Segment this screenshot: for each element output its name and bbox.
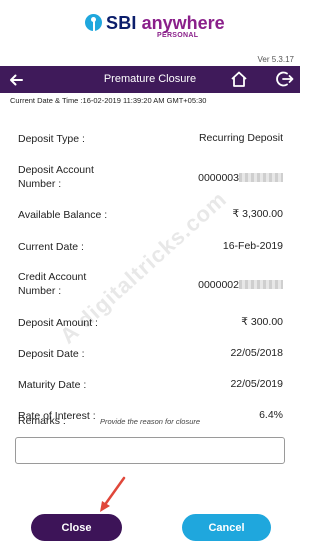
maturity-date-value: 22/05/2019 — [230, 378, 283, 390]
navbar: Premature Closure — [0, 66, 300, 93]
logout-icon[interactable] — [276, 70, 294, 88]
remarks-hint: Provide the reason for closure — [100, 417, 201, 426]
close-button[interactable]: Close — [31, 514, 122, 541]
available-balance-value: ₹ 3,300.00 — [232, 208, 283, 220]
sbi-logo-icon — [85, 14, 102, 31]
current-datetime: Current Date & Time :16-02-2019 11:39:20… — [10, 96, 207, 105]
deposit-amount-label: Deposit Amount : — [18, 317, 98, 329]
deposit-type-label: Deposit Type : — [18, 133, 85, 145]
masked-digits — [239, 173, 283, 182]
deposit-type-value: Recurring Deposit — [198, 132, 283, 144]
deposit-account-label: Deposit Account Number : — [18, 164, 94, 190]
deposit-date-value: 22/05/2018 — [230, 347, 283, 359]
app-version: Ver 5.3.17 — [257, 55, 294, 64]
credit-account-value: 0000002 — [198, 279, 283, 291]
home-icon[interactable] — [230, 70, 248, 88]
current-date-label: Current Date : — [18, 241, 84, 253]
current-date-value: 16-Feb-2019 — [222, 240, 283, 252]
sbi-anywhere-logo: SBI anywhere PERSONAL — [85, 13, 225, 39]
rate-of-interest-value: 6.4% — [259, 409, 283, 421]
remarks-input[interactable] — [15, 437, 285, 464]
brand-sbi: SBI — [106, 13, 137, 33]
brand-anywhere: anywhere — [141, 13, 225, 33]
page-title: Premature Closure — [103, 73, 197, 85]
deposit-date-label: Deposit Date : — [18, 348, 85, 360]
app-header: SBI anywhere PERSONAL — [0, 0, 300, 50]
available-balance-label: Available Balance : — [18, 209, 108, 221]
credit-account-label: Credit Account Number : — [18, 271, 87, 297]
masked-digits — [239, 280, 283, 289]
deposit-account-value: 0000003 — [198, 172, 283, 184]
cancel-button[interactable]: Cancel — [182, 514, 271, 541]
remarks-label: Remarks : — [18, 415, 66, 427]
pointer-arrow-icon — [100, 476, 126, 512]
deposit-amount-value: ₹ 300.00 — [241, 316, 283, 328]
maturity-date-label: Maturity Date : — [18, 379, 87, 391]
brand-personal: PERSONAL — [157, 32, 199, 39]
